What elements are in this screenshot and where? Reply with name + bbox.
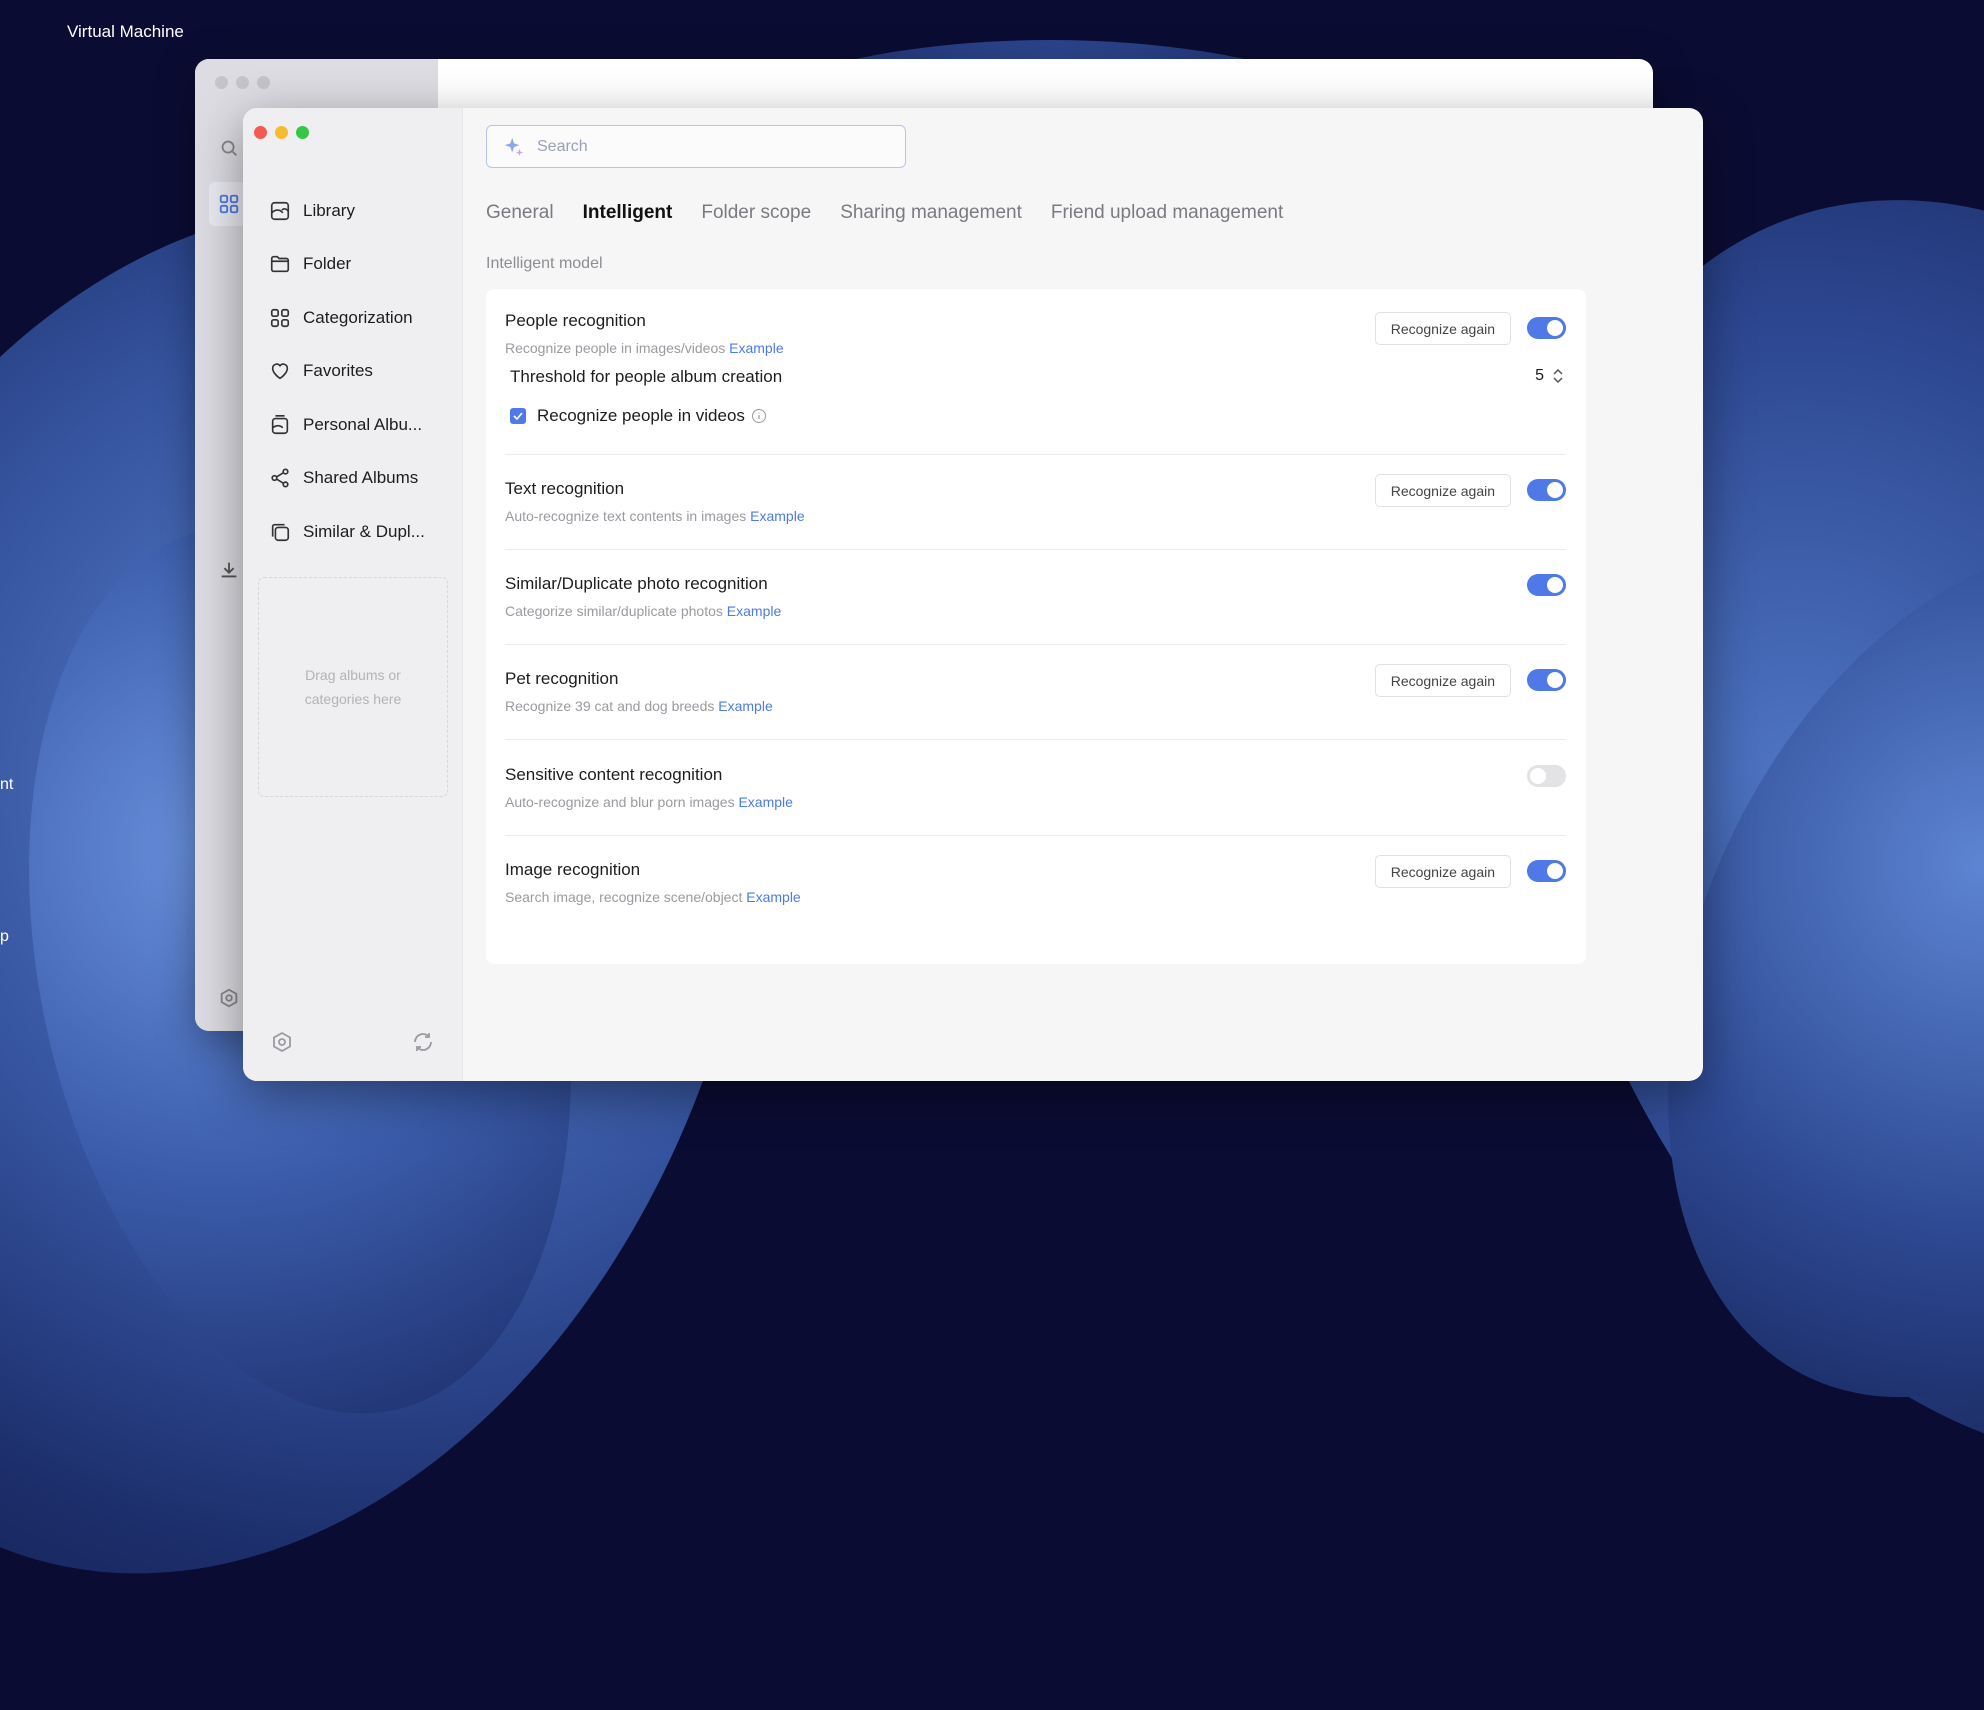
sidebar-item-personal-albums[interactable]: Personal Albu... <box>243 398 462 452</box>
recognize-videos-label: Recognize people in videos <box>537 406 745 425</box>
sidebar-item-label: Favorites <box>303 361 373 381</box>
tab-sharing-management[interactable]: Sharing management <box>840 202 1022 224</box>
feature-description: Recognize 39 cat and dog breeds Example <box>505 698 773 714</box>
tab-friend-upload-management[interactable]: Friend upload management <box>1051 202 1283 224</box>
stepper-chevrons-icon <box>1553 368 1563 384</box>
feature-row-people: People recognition Recognize people in i… <box>505 311 1566 371</box>
grid-icon <box>270 308 290 327</box>
background-traffic-lights <box>215 76 270 89</box>
checkmark-icon <box>513 412 523 420</box>
sidebar-item-label: Categorization <box>303 307 413 327</box>
sidebar-item-label: Similar & Dupl... <box>303 521 425 541</box>
recognize-again-button[interactable]: Recognize again <box>1374 312 1511 345</box>
info-icon[interactable] <box>751 408 767 424</box>
example-link[interactable]: Example <box>718 698 772 714</box>
sidebar: Library Folder Categorization Favorites … <box>243 108 463 1081</box>
sidebar-item-label: Library <box>303 200 355 220</box>
feature-description: Categorize similar/duplicate photos Exam… <box>505 603 782 619</box>
threshold-value: 5 <box>1535 367 1544 384</box>
desktop-edge-label: nt <box>0 776 14 793</box>
threshold-row: Threshold for people album creation <box>510 367 782 387</box>
settings-icon[interactable] <box>270 1030 294 1054</box>
row-divider <box>505 739 1566 740</box>
download-icon[interactable] <box>218 559 240 581</box>
recognize-again-button[interactable]: Recognize again <box>1374 474 1511 507</box>
sidebar-item-label: Personal Albu... <box>303 414 423 434</box>
search-input[interactable] <box>535 136 879 157</box>
sensitive-content-toggle[interactable] <box>1527 765 1566 787</box>
heart-icon <box>271 363 289 380</box>
recognize-again-button[interactable]: Recognize again <box>1374 664 1511 697</box>
sidebar-item-shared-albums[interactable]: Shared Albums <box>243 452 462 506</box>
share-icon <box>271 468 289 488</box>
row-divider <box>505 644 1566 645</box>
tab-general[interactable]: General <box>486 202 554 224</box>
window-traffic-lights <box>254 126 309 139</box>
sidebar-item-categorization[interactable]: Categorization <box>243 291 462 345</box>
sidebar-item-favorites[interactable]: Favorites <box>243 345 462 399</box>
row-divider <box>505 835 1566 836</box>
feature-title: Similar/Duplicate photo recognition <box>505 574 768 593</box>
tab-folder-scope[interactable]: Folder scope <box>701 202 811 224</box>
recognize-again-button[interactable]: Recognize again <box>1374 855 1511 888</box>
search-icon[interactable] <box>218 137 240 159</box>
tab-intelligent[interactable]: Intelligent <box>583 202 673 224</box>
feature-row-image: Image recognition Search image, recogniz… <box>505 855 1566 920</box>
minimize-window-button[interactable] <box>275 126 288 139</box>
row-divider <box>505 454 1566 455</box>
drop-zone-hint: Drag albums or categories here <box>304 667 402 707</box>
image-recognition-toggle[interactable] <box>1527 860 1566 882</box>
similar-duplicate-toggle[interactable] <box>1527 574 1566 596</box>
folder-icon <box>270 256 290 273</box>
example-link[interactable]: Example <box>746 889 800 905</box>
sidebar-item-folder[interactable]: Folder <box>243 238 462 292</box>
album-drop-zone[interactable]: Drag albums or categories here <box>258 577 448 797</box>
feature-description: Auto-recognize text contents in images E… <box>505 508 805 524</box>
library-icon <box>270 201 290 220</box>
feature-description: Search image, recognize scene/object Exa… <box>505 889 801 905</box>
feature-row-sensitive: Sensitive content recognition Auto-recog… <box>505 765 1566 825</box>
desktop-edge-label: p <box>0 928 9 945</box>
people-recognition-toggle[interactable] <box>1527 317 1566 339</box>
duplicate-icon <box>271 523 290 541</box>
intelligent-model-card: People recognition Recognize people in i… <box>486 289 1586 964</box>
feature-row-text: Text recognition Auto-recognize text con… <box>505 474 1566 539</box>
pet-recognition-toggle[interactable] <box>1527 669 1566 691</box>
grid-icon[interactable] <box>218 193 240 215</box>
feature-row-pet: Pet recognition Recognize 39 cat and dog… <box>505 664 1566 729</box>
sidebar-item-label: Shared Albums <box>303 468 419 488</box>
close-window-button[interactable] <box>254 126 267 139</box>
threshold-label: Threshold for people album creation <box>510 367 783 386</box>
example-link[interactable]: Example <box>727 603 781 619</box>
settings-icon[interactable] <box>218 987 240 1009</box>
example-link[interactable]: Example <box>729 340 783 356</box>
threshold-stepper[interactable]: 5 <box>1535 367 1564 385</box>
sidebar-nav: Library Folder Categorization Favorites … <box>243 184 462 559</box>
zoom-window-button[interactable] <box>296 126 309 139</box>
sidebar-item-similar-duplicates[interactable]: Similar & Dupl... <box>243 505 462 559</box>
feature-title: Sensitive content recognition <box>505 765 723 784</box>
videos-option-row: Recognize people in videos <box>510 406 767 426</box>
settings-tabs: General Intelligent Folder scope Sharing… <box>486 202 1283 224</box>
album-icon <box>271 414 289 434</box>
sidebar-item-label: Folder <box>303 254 352 274</box>
section-title: Intelligent model <box>486 255 603 272</box>
row-divider <box>505 549 1566 550</box>
settings-window[interactable]: Library Folder Categorization Favorites … <box>243 108 1703 1081</box>
feature-description: Auto-recognize and blur porn images Exam… <box>505 794 793 810</box>
sync-icon[interactable] <box>411 1030 435 1054</box>
recognize-videos-checkbox[interactable] <box>510 408 526 424</box>
desktop-window-title: Virtual Machine <box>67 22 184 41</box>
feature-row-similar-duplicate: Similar/Duplicate photo recognition Cate… <box>505 574 1566 634</box>
example-link[interactable]: Example <box>738 794 792 810</box>
search-field[interactable] <box>486 125 906 168</box>
example-link[interactable]: Example <box>750 508 804 524</box>
text-recognition-toggle[interactable] <box>1527 479 1566 501</box>
sparkle-icon <box>504 137 524 156</box>
sidebar-item-library[interactable]: Library <box>243 184 462 238</box>
